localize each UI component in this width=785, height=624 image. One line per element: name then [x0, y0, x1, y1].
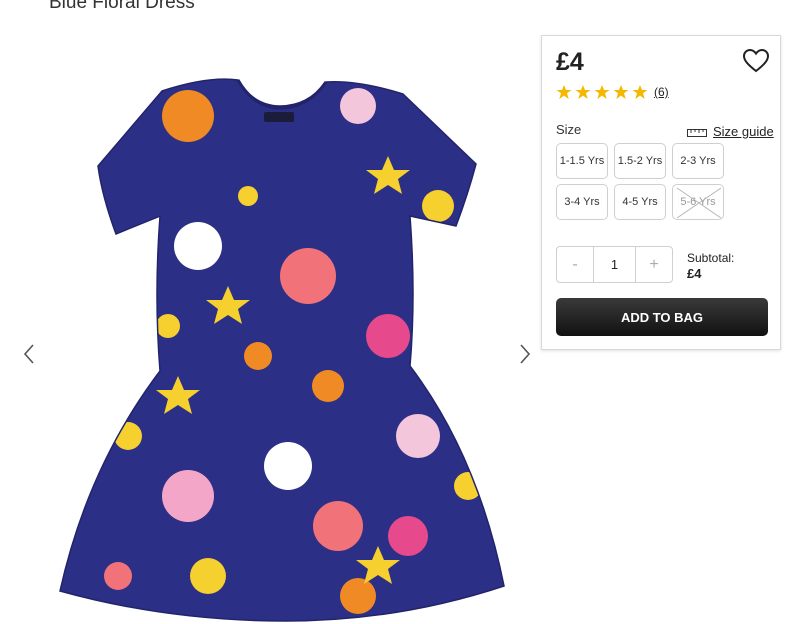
size-label: Size — [556, 122, 582, 137]
star-icon — [632, 85, 648, 99]
chevron-left-icon — [23, 344, 34, 364]
size-option-unavailable[interactable]: 5-6 Yrs — [672, 184, 724, 220]
gallery-next-button[interactable] — [514, 340, 534, 368]
quantity-decrease-button[interactable]: - — [557, 247, 594, 282]
product-gallery — [0, 40, 540, 624]
gallery-prev-button[interactable] — [20, 340, 40, 368]
size-option-label: 5-6 Yrs — [680, 196, 716, 208]
purchase-panel: £4 (6) Size Size guide 1-1.5 Yrs 1.5-2 Y… — [541, 35, 781, 350]
chevron-right-icon — [520, 344, 531, 364]
star-icon — [594, 85, 610, 99]
product-price: £4 — [556, 48, 584, 76]
review-count-link[interactable]: (6) — [654, 85, 669, 99]
size-option[interactable]: 4-5 Yrs — [614, 184, 666, 220]
size-option[interactable]: 1-1.5 Yrs — [556, 143, 608, 179]
size-guide-label: Size guide — [713, 124, 774, 139]
heart-icon — [742, 48, 770, 73]
star-icon — [613, 85, 629, 99]
dress-photo — [59, 78, 505, 622]
size-option[interactable]: 3-4 Yrs — [556, 184, 608, 220]
star-icon — [556, 85, 572, 99]
subtotal: Subtotal: £4 — [687, 250, 734, 282]
quantity-increase-button[interactable]: + — [635, 247, 672, 282]
subtotal-label: Subtotal: — [687, 251, 735, 265]
subtotal-value: £4 — [687, 266, 702, 281]
ruler-icon — [687, 128, 707, 137]
product-title: Blue Floral Dress — [49, 0, 195, 13]
quantity-stepper: - + — [556, 246, 673, 283]
size-guide-link[interactable]: Size guide — [687, 124, 774, 139]
quantity-input[interactable] — [594, 247, 635, 282]
add-to-bag-button[interactable]: ADD TO BAG — [556, 298, 768, 336]
star-icon — [575, 85, 591, 99]
product-rating: (6) — [556, 84, 669, 100]
size-option[interactable]: 2-3 Yrs — [672, 143, 724, 179]
size-option[interactable]: 1.5-2 Yrs — [614, 143, 666, 179]
wishlist-button[interactable] — [742, 48, 770, 74]
